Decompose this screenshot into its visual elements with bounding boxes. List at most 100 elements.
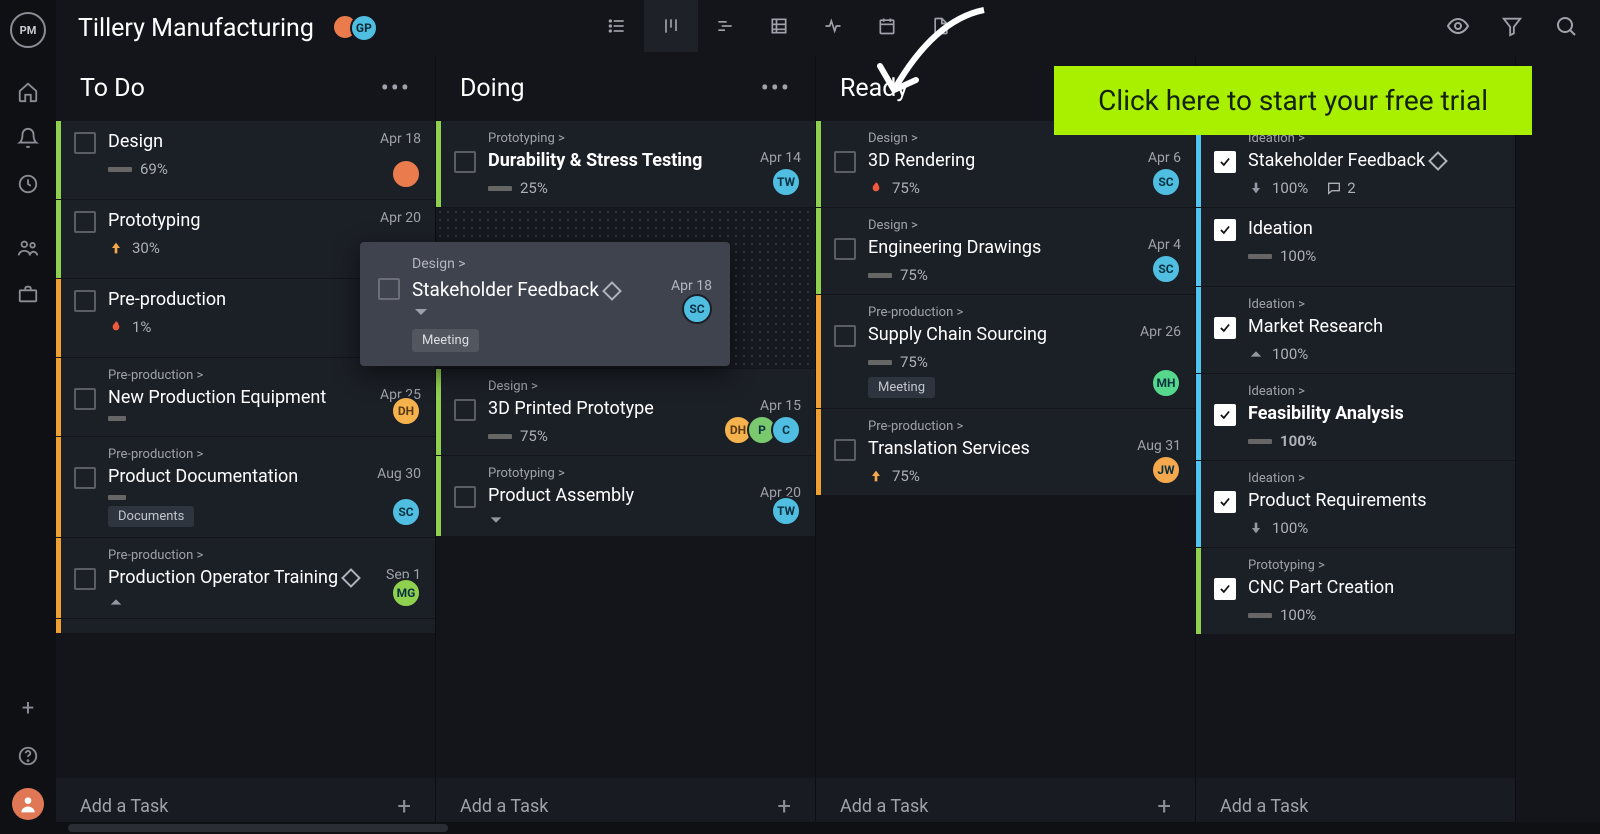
avatar-gp: GP [350,14,378,42]
card[interactable]: Pre-production > Translation ServicesAug… [816,409,1195,495]
eye-icon[interactable] [1444,12,1472,40]
priority-down-caret-icon [488,514,504,526]
header-avatars[interactable]: GP [332,14,378,42]
logo-pm[interactable]: PM [10,12,46,48]
briefcase-icon[interactable] [8,274,48,314]
cta-free-trial[interactable]: Click here to start your free trial [1054,66,1532,135]
checkbox-done[interactable] [1214,317,1236,339]
priority-bar-icon [868,273,892,278]
view-list-icon[interactable] [590,0,644,52]
avatar[interactable]: SC [682,294,712,324]
card[interactable]: Prototyping > Product AssemblyApr 20 TW [436,456,815,536]
checkbox[interactable] [834,151,856,173]
priority-down-caret-icon [412,305,712,319]
bell-icon[interactable] [8,118,48,158]
avatar[interactable] [391,159,421,189]
view-sheet-icon[interactable] [752,0,806,52]
card[interactable]: Ideation > Product Requirements 100% [1196,461,1515,547]
column-more-icon[interactable]: ••• [381,74,411,102]
priority-bar-icon [108,495,126,500]
add-icon[interactable]: + [12,692,44,724]
top-actions [1444,0,1580,52]
help-icon[interactable] [12,740,44,772]
left-sidebar: PM + [0,0,56,834]
card[interactable]: Pre-production > Supply Chain SourcingAp… [816,295,1195,408]
column-title: To Do [80,74,145,103]
avatar[interactable]: JW [1151,455,1181,485]
checkbox-done[interactable] [1214,578,1236,600]
plus-icon: + [1157,792,1171,820]
checkbox[interactable] [378,278,400,300]
kanban-board: To Do ••• DesignApr 18 69% PrototypingAp… [56,56,1600,834]
card[interactable]: Prototyping > Durability & Stress Testin… [436,121,815,207]
avatar[interactable]: TW [771,167,801,197]
priority-up-icon [108,240,124,256]
user-avatar[interactable] [12,788,44,820]
view-gantt-icon[interactable] [698,0,752,52]
avatar[interactable]: TW [771,496,801,526]
scrollbar-thumb[interactable] [68,824,448,832]
card[interactable]: Ideation 100% [1196,208,1515,286]
search-icon[interactable] [1552,12,1580,40]
checkbox-done[interactable] [1214,404,1236,426]
plus-icon: + [777,792,791,820]
column-more-icon[interactable]: ••• [761,74,791,102]
checkbox[interactable] [74,467,96,489]
checkbox-done[interactable] [1214,151,1236,173]
horizontal-scrollbar[interactable] [56,822,1600,834]
checkbox[interactable] [74,290,96,312]
card[interactable]: DesignApr 18 69% [56,121,435,199]
card[interactable]: Ideation > Feasibility Analysis 100% [1196,374,1515,460]
diamond-icon [341,568,361,588]
tag: Meeting [868,377,935,398]
card[interactable]: Design > Engineering DrawingsApr 4 75% S… [816,208,1195,294]
priority-down-icon [1248,520,1264,536]
comments-icon[interactable]: 2 [1326,179,1355,197]
column-ready: Ready Design > 3D RenderingApr 6 75% SC … [816,56,1196,834]
checkbox-done[interactable] [1214,219,1236,241]
clock-icon[interactable] [8,164,48,204]
checkbox-done[interactable] [1214,491,1236,513]
avatar[interactable]: SC [1151,167,1181,197]
checkbox[interactable] [74,568,96,590]
avatar[interactable]: SC [1151,254,1181,284]
dragging-card[interactable]: Design > Stakeholder Feedback Apr 18 SC … [360,242,730,366]
card[interactable]: Pre-production > Product DocumentationAu… [56,437,435,537]
avatar[interactable]: C [771,415,801,445]
filter-icon[interactable] [1498,12,1526,40]
checkbox[interactable] [74,211,96,233]
tag: Documents [108,506,194,527]
checkbox[interactable] [454,486,476,508]
card-partial[interactable] [56,619,435,633]
avatar[interactable]: DH [391,396,421,426]
checkbox[interactable] [74,388,96,410]
home-icon[interactable] [8,72,48,112]
checkbox[interactable] [454,151,476,173]
priority-fire-icon [868,179,884,197]
avatar[interactable]: MH [1151,368,1181,398]
plus-icon: + [397,792,411,820]
priority-up-caret-icon [1248,348,1264,360]
priority-fire-icon [108,318,124,336]
card[interactable]: Design > 3D Printed PrototypeApr 15 75% … [436,369,815,455]
card[interactable]: Prototyping > CNC Part Creation 100% [1196,548,1515,634]
card[interactable]: Pre-production > Production Operator Tra… [56,538,435,618]
checkbox[interactable] [834,238,856,260]
column-done: Ideation > Stakeholder Feedback 100%2 Id… [1196,56,1516,834]
view-activity-icon[interactable] [806,0,860,52]
checkbox[interactable] [74,132,96,154]
people-icon[interactable] [8,228,48,268]
checkbox[interactable] [834,325,856,347]
checkbox[interactable] [454,399,476,421]
priority-bar-icon [868,360,892,365]
project-title: Tillery Manufacturing [78,14,314,43]
diamond-icon [602,281,622,301]
view-board-icon[interactable] [644,0,698,52]
avatar[interactable]: MG [391,578,421,608]
card[interactable]: Pre-production > New Production Equipmen… [56,358,435,436]
checkbox[interactable] [834,439,856,461]
priority-bar-icon [488,434,512,439]
avatar[interactable]: SC [391,497,421,527]
priority-bar-icon [1248,439,1272,444]
card[interactable]: Ideation > Market Research 100% [1196,287,1515,373]
